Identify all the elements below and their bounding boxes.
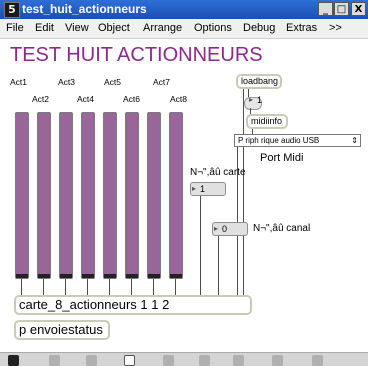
patch-cord [153,279,154,295]
patch-cord [87,279,88,295]
menu-file[interactable]: File [6,22,24,34]
patch-cord [21,279,22,295]
patch-cord [175,279,176,295]
graph-icon[interactable] [124,355,135,366]
act6-slider[interactable] [125,112,139,279]
patch-cord [65,279,66,295]
new-object-icon[interactable] [86,355,97,366]
act8-slider[interactable] [169,112,183,279]
patch-cord [43,279,44,295]
act6-label: Act6 [123,94,141,104]
canal-number-box[interactable]: 0 [212,222,248,236]
patch-cord [243,89,244,295]
midi-port-value: P riph rique audio USB [238,136,320,145]
act8-label: Act8 [170,94,188,104]
act7-label: Act7 [153,77,171,87]
carte-number-box[interactable]: 1 [190,182,226,196]
app-icon: 5 [4,2,20,18]
maximize-button[interactable]: □ [334,2,349,16]
menu-more[interactable]: >> [329,22,342,34]
patch-canvas: TEST HUIT ACTIONNEURS Act1 Act2 Act3 Act… [0,39,368,352]
act5-slider[interactable] [103,112,117,279]
grid-icon[interactable] [49,355,60,366]
comment-icon[interactable] [233,355,244,366]
menu-arrange[interactable]: Arrange [143,22,182,34]
toggle-icon[interactable] [312,355,323,366]
message-icon[interactable] [199,355,210,366]
inspector-icon[interactable] [163,355,174,366]
close-button[interactable]: X [351,2,366,16]
port-midi-label: Port Midi [260,152,304,164]
act5-label: Act5 [104,77,122,87]
patch-title: TEST HUIT ACTIONNEURS [10,44,263,66]
act7-slider[interactable] [147,112,161,279]
menu-view[interactable]: View [65,22,89,34]
menu-extras[interactable]: Extras [286,22,317,34]
act1-label: Act1 [10,77,28,87]
title-bar: 5 test_huit_actionneurs _ □ X [0,0,368,19]
act3-slider[interactable] [59,112,73,279]
menu-options[interactable]: Options [194,22,232,34]
updown-arrows-icon: ⇕ [351,136,358,145]
window-title: test_huit_actionneurs [22,2,147,16]
patch-cord [200,196,201,295]
minimize-button[interactable]: _ [318,2,333,16]
patch-cord [109,279,110,295]
act4-slider[interactable] [81,112,95,279]
midiinfo-object[interactable]: midiinfo [246,114,288,129]
patch-cord [131,279,132,295]
act1-slider[interactable] [15,112,29,279]
number-icon[interactable] [272,355,283,366]
envoiestatus-object[interactable]: p envoiestatus [14,320,110,340]
patch-cord [218,236,219,295]
carte-label: N¬",âû carte [190,167,246,178]
menu-object[interactable]: Object [98,22,130,34]
canal-label: N¬",âû canal [253,223,311,234]
carte-actionneurs-object[interactable]: carte_8_actionneurs 1 1 2 [14,295,252,315]
act2-slider[interactable] [37,112,51,279]
menu-bar: File Edit View Object Arrange Options De… [0,19,368,39]
loadbang-value[interactable]: 1 [248,94,280,108]
lock-icon[interactable] [8,355,19,366]
act4-label: Act4 [77,94,95,104]
midi-port-menu[interactable]: P riph rique audio USB ⇕ [234,134,361,147]
menu-debug[interactable]: Debug [243,22,275,34]
menu-edit[interactable]: Edit [35,22,54,34]
act3-label: Act3 [58,77,76,87]
loadbang-object[interactable]: loadbang [236,74,282,89]
act2-label: Act2 [32,94,50,104]
patcher-toolbar [0,352,368,366]
